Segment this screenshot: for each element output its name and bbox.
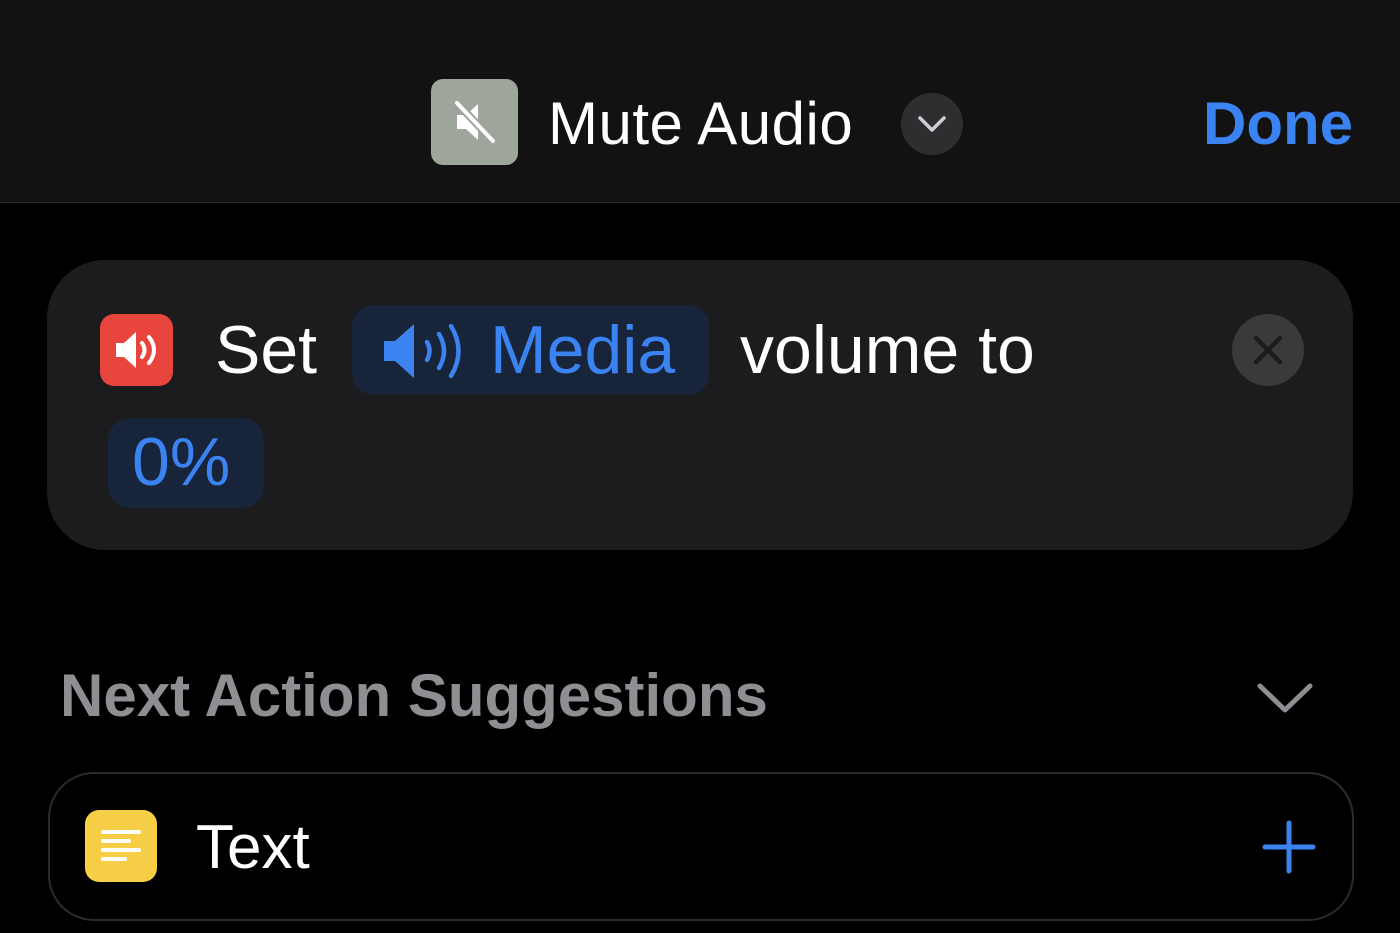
speaker-wave-icon — [382, 322, 466, 385]
suggestions-heading: Next Action Suggestions — [60, 662, 768, 729]
text-lines-icon — [85, 810, 157, 882]
action-suffix: volume to — [740, 312, 1035, 388]
plus-icon[interactable] — [1262, 820, 1316, 879]
chevron-down-icon[interactable] — [901, 93, 963, 155]
shortcut-title[interactable]: Mute Audio — [548, 92, 853, 156]
action-verb: Set — [215, 312, 318, 388]
done-button[interactable]: Done — [1203, 92, 1353, 156]
close-icon[interactable] — [1232, 314, 1304, 386]
speaker-wave-icon — [100, 314, 173, 386]
media-parameter-label[interactable]: Media — [490, 314, 675, 386]
suggestion-label: Text — [196, 813, 310, 882]
chevron-down-icon[interactable] — [1255, 678, 1315, 723]
volume-value[interactable]: 0% — [132, 426, 230, 498]
speaker-mute-icon[interactable] — [431, 79, 518, 165]
